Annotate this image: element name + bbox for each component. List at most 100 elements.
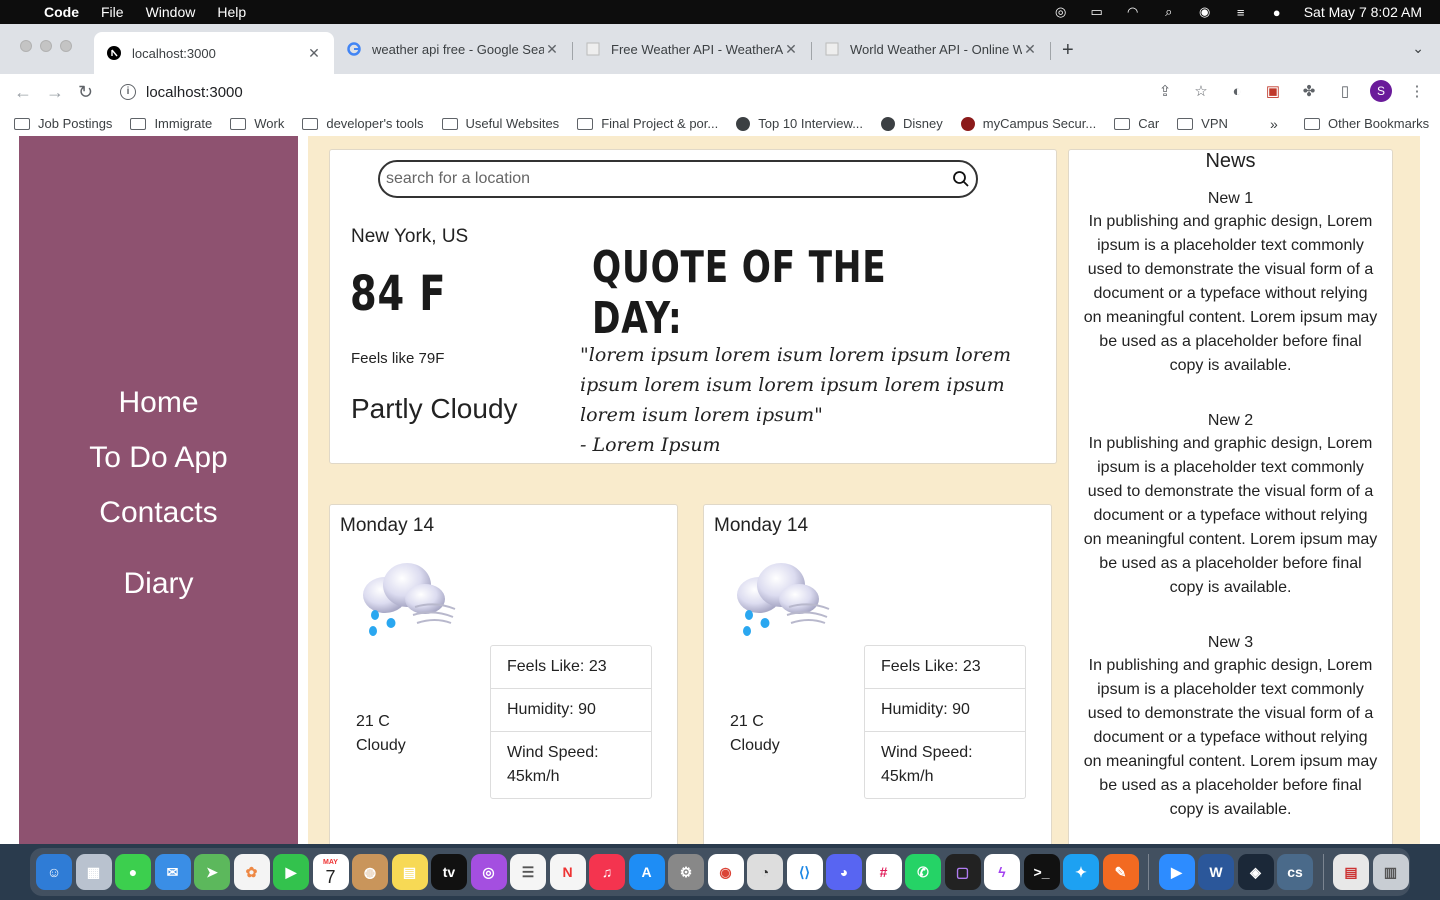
other-bookmarks[interactable]: Other Bookmarks [1304,116,1429,131]
bookmark-item[interactable]: Final Project & por... [577,116,718,131]
bookmark-item[interactable]: Job Postings [14,116,112,131]
location-search-input[interactable]: search for a location [378,160,978,198]
address-bar[interactable]: i localhost:3000 [108,77,1208,107]
bookmark-item[interactable]: Disney [881,116,943,131]
wifi-icon[interactable]: ◠ [1124,4,1142,19]
news-item-title: New 1 [1207,190,1254,207]
control-center-icon[interactable]: ≡ [1232,5,1250,20]
creative-cloud-icon[interactable]: ◎ [1052,4,1070,19]
music-icon[interactable]: ♫ [589,854,625,890]
bookmark-item[interactable]: VPN [1177,116,1228,131]
close-tab-icon[interactable]: ✕ [783,41,799,58]
settings-icon[interactable]: ⚙ [668,854,704,890]
proxyman-icon[interactable]: ◔ [747,854,783,890]
zoom-window-button[interactable] [60,40,72,52]
battery-icon[interactable]: ▭ [1088,4,1106,19]
back-arrow-icon[interactable]: ← [14,82,32,103]
share-icon[interactable]: ⇪ [1154,80,1176,102]
vscode-icon[interactable]: ⟨⟩ [786,854,823,890]
profile-avatar[interactable]: S [1370,80,1392,102]
url-text[interactable]: localhost:3000 [146,84,243,101]
notes-icon[interactable]: ▤ [391,854,428,890]
bookmark-item[interactable]: Top 10 Interview... [736,116,863,131]
bookmark-star-icon[interactable]: ☆ [1190,80,1212,102]
steam-icon[interactable]: ◈ [1237,854,1274,890]
bookmark-item[interactable]: Useful Websites [441,116,559,131]
reminders-icon[interactable]: ☰ [510,854,546,890]
search-icon[interactable] [946,164,976,194]
word-icon[interactable]: W [1198,854,1234,890]
bookmark-label: Work [254,116,285,131]
tv-icon[interactable]: tv [431,854,467,890]
browser-menu-icon[interactable]: ⋮ [1406,80,1428,102]
menu-window[interactable]: Window [146,4,196,20]
menu-file[interactable]: File [101,4,124,20]
tab-weatherapi[interactable]: Free Weather API - WeatherAP ✕ [573,32,811,66]
twitter-icon[interactable]: ✦ [1063,854,1099,890]
new-tab-icon[interactable]: + [1062,39,1074,62]
site-info-icon[interactable]: i [120,84,136,100]
chrome-icon[interactable]: ◉ [707,854,744,890]
bookmark-item[interactable]: Car [1114,116,1159,131]
nav-link-diary[interactable]: Diary [19,567,298,601]
podcasts-icon[interactable]: ◎ [470,854,507,890]
finder-icon[interactable]: ☺ [36,854,72,890]
bookmark-item[interactable]: Immigrate [130,116,212,131]
tab-localhost[interactable]: localhost:3000 ✕ [94,32,334,74]
messages-icon[interactable]: ● [115,854,151,890]
screen-icon[interactable]: ▢ [944,854,981,890]
zoom-icon[interactable]: ▶ [1158,854,1195,890]
tab-google-search[interactable]: weather api free - Google Sear ✕ [334,32,572,66]
forward-arrow-icon[interactable]: → [46,82,64,103]
side-panel-icon[interactable]: ▯ [1334,80,1356,102]
bookmark-item[interactable]: developer's tools [302,116,424,131]
close-tab-icon[interactable]: ✕ [306,45,322,62]
extension-1-icon[interactable]: ◐ [1226,80,1248,102]
globe-icon [736,116,751,131]
facetime-icon[interactable]: ▶ [273,854,309,890]
spotlight-search-icon[interactable]: ⌕ [1160,4,1178,19]
contacts-icon[interactable]: ◍ [352,854,388,890]
calendar-icon[interactable]: MAY 7 [312,854,349,890]
bookmark-item[interactable]: myCampus Secur... [960,116,1096,131]
close-window-button[interactable] [20,40,32,52]
current-temperature: 84 F [350,266,447,322]
news-item: New 1 In publishing and graphic design, … [1069,190,1392,378]
close-tab-icon[interactable]: ✕ [1022,41,1038,58]
tab-search-chevron-icon[interactable]: ⌄ [1412,40,1424,57]
reload-icon[interactable]: ↻ [78,82,93,103]
news-panel: News New 1 In publishing and graphic des… [1068,149,1393,844]
launchpad-icon[interactable]: ▦ [75,854,112,890]
terminal-icon[interactable]: >_ [1023,854,1060,890]
appstore-icon[interactable]: A [628,854,665,890]
menu-help[interactable]: Help [217,4,246,20]
search-placeholder[interactable]: search for a location [386,170,946,188]
messenger-icon[interactable]: ϟ [984,854,1020,890]
bookmark-item[interactable]: Work [230,116,284,131]
extension-2-icon[interactable]: ▣ [1262,80,1284,102]
nav-link-todo[interactable]: To Do App [19,441,298,475]
close-tab-icon[interactable]: ✕ [544,41,560,58]
menubar-clock[interactable]: Sat May 7 8:02 AM [1304,4,1422,20]
cs-icon[interactable]: cs [1277,854,1313,890]
siri-icon[interactable]: ● [1268,5,1286,20]
sketch-icon[interactable]: ✎ [1102,854,1139,890]
discord-icon[interactable]: ◕ [826,854,862,890]
nav-link-home[interactable]: Home [19,386,298,420]
tab-world-weather[interactable]: World Weather API - Online We ✕ [812,32,1050,66]
nav-link-contacts[interactable]: Contacts [19,496,298,530]
minimize-window-button[interactable] [40,40,52,52]
trash-icon[interactable]: ▥ [1372,854,1409,890]
whatsapp-icon[interactable]: ✆ [905,854,941,890]
more-bookmarks-chevron-icon[interactable]: » [1270,116,1278,132]
menu-app-name[interactable]: Code [44,4,79,20]
photos-icon[interactable]: ✿ [233,854,270,890]
preview-icon[interactable]: ▤ [1333,854,1369,890]
extensions-puzzle-icon[interactable]: ✤ [1298,80,1320,102]
slack-icon[interactable]: # [865,854,902,890]
mail-icon[interactable]: ✉ [154,854,191,890]
news-icon[interactable]: N [549,854,586,890]
screen-record-icon[interactable]: ◉ [1196,4,1214,19]
maps-icon[interactable]: ➤ [194,854,230,890]
weatherapi-icon [585,41,601,57]
